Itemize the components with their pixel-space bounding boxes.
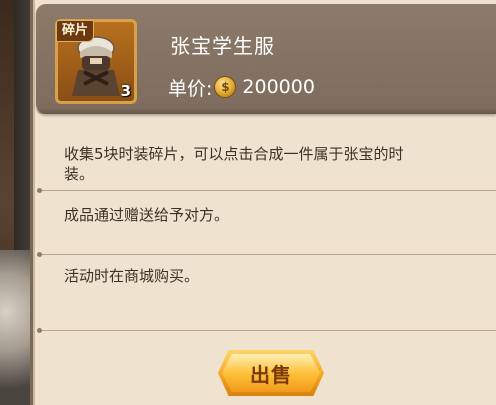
description-line-3: 活动时在商城购买。 <box>64 267 200 285</box>
costume-fragment-icon <box>72 36 120 96</box>
description-line-2: 成品通过赠送给予对方。 <box>64 206 230 224</box>
background-character <box>0 250 30 405</box>
price-row: 单价: $ 200000 <box>168 74 315 100</box>
description-line-1: 收集5块时装碎片，可以点击合成一件属于张宝的时 装。 <box>64 145 404 183</box>
item-count: 3 <box>120 82 131 100</box>
sell-button[interactable]: 出售 <box>218 350 324 396</box>
divider <box>37 188 496 193</box>
fragment-badge: 碎片 <box>56 20 95 42</box>
price-label: 单价: <box>168 77 213 100</box>
sell-button-label: 出售 <box>250 362 292 387</box>
divider <box>37 252 496 257</box>
price-value: 200000 <box>242 76 315 98</box>
item-icon-slot[interactable]: 碎片 3 <box>55 19 137 104</box>
divider <box>37 328 496 333</box>
item-name: 张宝学生服 <box>170 34 275 58</box>
gold-coin-icon: $ <box>214 76 237 98</box>
